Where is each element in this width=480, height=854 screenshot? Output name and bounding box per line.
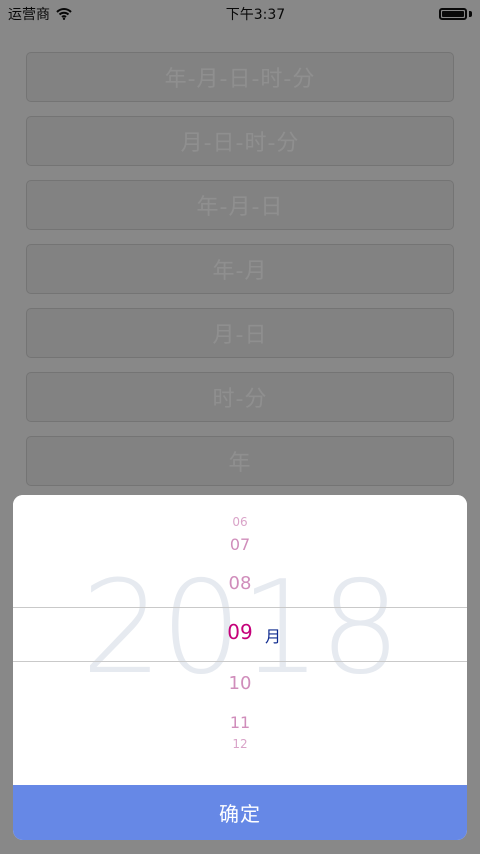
- month-picker[interactable]: 2018 06 07 08 09 月 10 11 12: [13, 495, 467, 785]
- wheel-item: 11: [229, 713, 251, 732]
- wheel-item: 07: [229, 535, 251, 554]
- wheel-item: 10: [228, 673, 252, 694]
- wheel-item: 06: [232, 515, 248, 529]
- month-unit: 月: [265, 627, 282, 646]
- confirm-label: 确定: [219, 802, 261, 826]
- wheel-item: 08: [228, 573, 252, 594]
- date-picker-sheet: 2018 06 07 08 09 月 10 11 12 确定: [13, 495, 467, 840]
- selection-top-line: [13, 607, 467, 608]
- selection-bottom-line: [13, 661, 467, 662]
- confirm-button[interactable]: 确定: [13, 785, 467, 840]
- wheel-item: 12: [232, 737, 248, 751]
- selected-month: 09: [227, 620, 253, 644]
